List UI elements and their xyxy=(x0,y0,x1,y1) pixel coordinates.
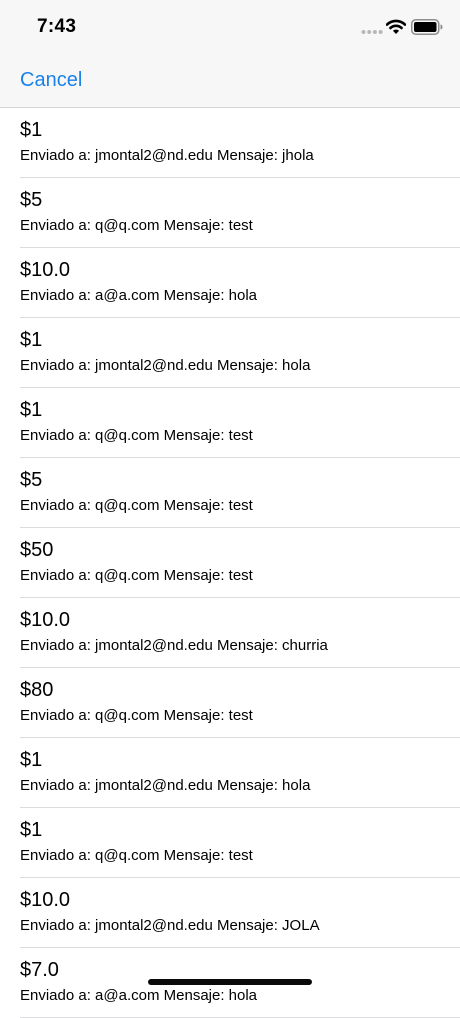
payment-amount: $50 xyxy=(20,539,54,561)
payment-amount: $10.0 xyxy=(20,889,71,911)
payment-amount: $80 xyxy=(20,679,54,701)
home-indicator[interactable] xyxy=(148,979,312,985)
payment-list: $1 Enviado a: jmontal2@nd.edu Mensaje: jh… xyxy=(0,108,460,1018)
payment-amount: $1 xyxy=(20,329,43,351)
payment-amount: $5 xyxy=(20,469,43,491)
payment-amount: $7.0 xyxy=(20,959,59,981)
payment-detail: Enviado a: jmontal2@nd.edu Mensaje: hola xyxy=(20,777,311,794)
payment-detail: Enviado a: q@q.com Mensaje: test xyxy=(20,427,253,444)
payment-detail: Enviado a: a@a.com Mensaje: hola xyxy=(20,287,258,304)
status-time: 7:43 xyxy=(37,16,77,37)
payment-row[interactable]: $1 Enviado a: jmontal2@nd.edu Mensaje: ho… xyxy=(0,738,460,808)
payment-detail: Enviado a: q@q.com Mensaje: test xyxy=(20,217,253,234)
payment-detail: Enviado a: jmontal2@nd.edu Mensaje: chur… xyxy=(20,637,328,654)
payment-row[interactable]: $10.0 Enviado a: jmontal2@nd.edu Mensaje:… xyxy=(0,878,460,948)
payment-detail: Enviado a: q@q.com Mensaje: test xyxy=(20,497,253,514)
nav-bar: Cancel xyxy=(0,58,460,108)
payment-row[interactable]: $1 Enviado a: jmontal2@nd.edu Mensaje: jh… xyxy=(0,108,460,178)
payment-row[interactable]: $50 Enviado a: q@q.com Mensaje: test xyxy=(0,528,460,598)
payment-row[interactable]: $1 Enviado a: q@q.com Mensaje: test xyxy=(0,808,460,878)
payment-amount: $1 xyxy=(20,819,43,841)
wifi-icon xyxy=(386,19,406,34)
payment-row[interactable]: $1 Enviado a: q@q.com Mensaje: test xyxy=(0,388,460,458)
payment-row[interactable]: $5 Enviado a: q@q.com Mensaje: test xyxy=(0,178,460,248)
payment-row[interactable]: $10.0 Enviado a: jmontal2@nd.edu Mensaje:… xyxy=(0,598,460,668)
cancel-button[interactable]: Cancel xyxy=(20,69,82,92)
payment-detail: Enviado a: q@q.com Mensaje: test xyxy=(20,847,253,864)
payment-detail: Enviado a: q@q.com Mensaje: test xyxy=(20,567,253,584)
payment-row[interactable]: $80 Enviado a: q@q.com Mensaje: test xyxy=(0,668,460,738)
payment-detail: Enviado a: jmontal2@nd.edu Mensaje: hola xyxy=(20,357,311,374)
payment-amount: $10.0 xyxy=(20,609,71,631)
payment-amount: $10.0 xyxy=(20,259,71,281)
payment-row[interactable]: $5 Enviado a: q@q.com Mensaje: test xyxy=(0,458,460,528)
payment-amount: $1 xyxy=(20,399,43,421)
signal-dots-icon xyxy=(361,30,383,34)
payment-amount: $1 xyxy=(20,119,43,141)
payment-detail: Enviado a: q@q.com Mensaje: test xyxy=(20,707,253,724)
payment-amount: $5 xyxy=(20,189,43,211)
status-bar: 7:43 xyxy=(0,0,460,58)
payment-detail: Enviado a: jmontal2@nd.edu Mensaje: JOLA xyxy=(20,917,320,934)
payment-amount: $1 xyxy=(20,749,43,771)
payment-row[interactable]: $10.0 Enviado a: a@a.com Mensaje: hola xyxy=(0,248,460,318)
payment-row[interactable]: $1 Enviado a: jmontal2@nd.edu Mensaje: ho… xyxy=(0,318,460,388)
payment-detail: Enviado a: jmontal2@nd.edu Mensaje: jhol… xyxy=(20,147,314,164)
payment-detail: Enviado a: a@a.com Mensaje: hola xyxy=(20,987,258,1004)
battery-icon xyxy=(411,19,443,35)
